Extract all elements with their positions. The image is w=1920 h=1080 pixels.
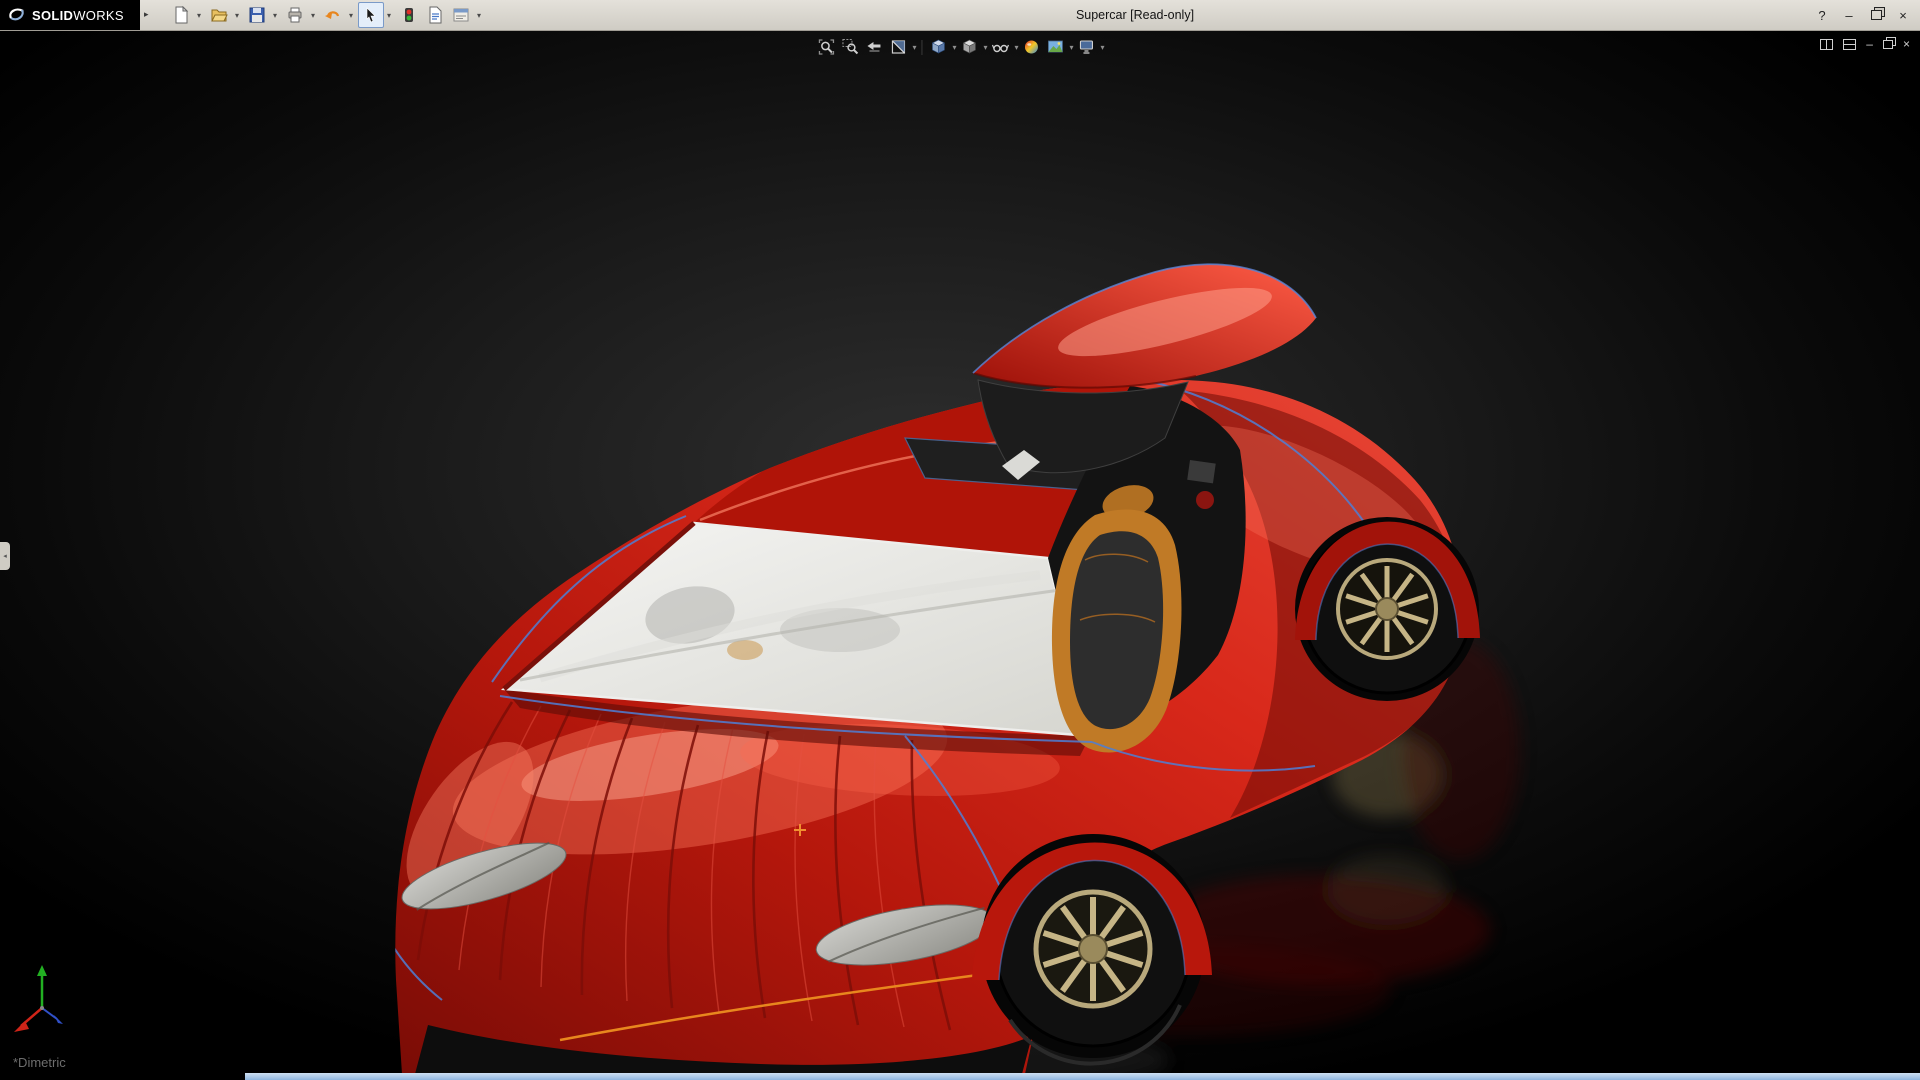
- open-button[interactable]: [206, 2, 232, 28]
- display-style-button[interactable]: [958, 35, 980, 59]
- previous-view-button[interactable]: [863, 35, 885, 59]
- restore-icon: [1871, 10, 1882, 20]
- minimize-button[interactable]: –: [1840, 5, 1858, 25]
- view-orientation-button[interactable]: [927, 35, 949, 59]
- view-orientation-label: *Dimetric: [13, 1055, 66, 1070]
- select-button[interactable]: [358, 2, 384, 28]
- file-properties-icon: [426, 6, 444, 24]
- select-dropdown-icon[interactable]: ▾: [384, 11, 394, 20]
- zoom-to-area-icon: [841, 38, 859, 56]
- rebuild-traffic-light-icon: [400, 6, 418, 24]
- undo-icon: [324, 6, 342, 24]
- section-view-button[interactable]: [887, 35, 909, 59]
- hide-show-items-dropdown-icon[interactable]: ▾: [1015, 43, 1019, 52]
- options-dropdown-icon[interactable]: ▾: [474, 11, 484, 20]
- window-title: Supercar [Read-only]: [1076, 0, 1194, 30]
- document-close-button[interactable]: ×: [1903, 36, 1910, 52]
- view-orientation-dropdown-icon[interactable]: ▾: [952, 43, 956, 52]
- document-restore-icon: [1883, 40, 1893, 49]
- select-cursor-icon: [362, 6, 380, 24]
- tile-panes-icon: [1820, 39, 1833, 50]
- status-strip: [245, 1073, 1920, 1080]
- display-style-dropdown-icon[interactable]: ▾: [983, 43, 987, 52]
- hud-separator: [921, 40, 922, 55]
- save-dropdown-icon[interactable]: ▾: [270, 11, 280, 20]
- open-dropdown-icon[interactable]: ▾: [232, 11, 242, 20]
- scene-canvas[interactable]: [0, 30, 1920, 1074]
- section-view-dropdown-icon[interactable]: ▾: [912, 43, 916, 52]
- title-bar: SOLIDWORKS ▸ ▾ ▾ ▾ ▾: [0, 0, 1920, 31]
- display-style-cube-icon: [960, 38, 978, 56]
- file-properties-button[interactable]: [422, 2, 448, 28]
- split-panes-icon: [1843, 39, 1856, 50]
- save-button[interactable]: [244, 2, 270, 28]
- undo-dropdown-icon[interactable]: ▾: [346, 11, 356, 20]
- new-document-icon: [172, 6, 190, 24]
- new-document-dropdown-icon[interactable]: ▾: [194, 11, 204, 20]
- document-restore-button[interactable]: [1883, 36, 1893, 52]
- print-button[interactable]: [282, 2, 308, 28]
- hide-show-items-button[interactable]: [990, 35, 1012, 59]
- apply-scene-dropdown-icon[interactable]: ▾: [1070, 43, 1074, 52]
- view-settings-icon: [1078, 38, 1096, 56]
- document-minimize-button[interactable]: –: [1866, 36, 1873, 52]
- save-icon: [248, 6, 266, 24]
- options-icon: [452, 6, 470, 24]
- dassault-logo-icon: [7, 6, 27, 24]
- main-toolbar: ▾ ▾ ▾ ▾ ▾: [168, 2, 486, 28]
- zoom-to-fit-button[interactable]: [815, 35, 837, 59]
- 3d-viewport[interactable]: ▾ ▾ ▾ ▾: [0, 30, 1920, 1074]
- hide-show-glasses-icon: [992, 38, 1010, 56]
- view-settings-button[interactable]: [1076, 35, 1098, 59]
- toolbar-overflow-icon[interactable]: ▸: [144, 9, 149, 20]
- window-controls: ? – ×: [1813, 0, 1912, 30]
- options-button[interactable]: [448, 2, 474, 28]
- view-orientation-cube-icon: [929, 38, 947, 56]
- section-view-icon: [889, 38, 907, 56]
- help-button[interactable]: ?: [1813, 5, 1831, 25]
- edit-appearance-ball-icon: [1023, 38, 1041, 56]
- print-dropdown-icon[interactable]: ▾: [308, 11, 318, 20]
- previous-view-icon: [865, 38, 883, 56]
- brand-name: SOLIDWORKS: [32, 8, 124, 23]
- new-document-button[interactable]: [168, 2, 194, 28]
- print-icon: [286, 6, 304, 24]
- heads-up-view-toolbar: ▾ ▾ ▾ ▾: [815, 35, 1104, 59]
- undo-button[interactable]: [320, 2, 346, 28]
- solidworks-brand: SOLIDWORKS: [0, 0, 140, 30]
- view-settings-dropdown-icon[interactable]: ▾: [1101, 43, 1105, 52]
- zoom-to-area-button[interactable]: [839, 35, 861, 59]
- zoom-to-fit-icon: [817, 38, 835, 56]
- apply-scene-icon: [1047, 38, 1065, 56]
- rebuild-button[interactable]: [396, 2, 422, 28]
- featuremanager-collapse-tab[interactable]: ◂: [0, 542, 10, 570]
- restore-button[interactable]: [1867, 5, 1885, 25]
- edit-appearance-button[interactable]: [1021, 35, 1043, 59]
- close-button[interactable]: ×: [1894, 5, 1912, 25]
- open-folder-icon: [210, 6, 228, 24]
- apply-scene-button[interactable]: [1045, 35, 1067, 59]
- document-window-controls: – ×: [1820, 36, 1910, 52]
- tile-panes-button[interactable]: [1820, 36, 1833, 52]
- split-panes-button[interactable]: [1843, 36, 1856, 52]
